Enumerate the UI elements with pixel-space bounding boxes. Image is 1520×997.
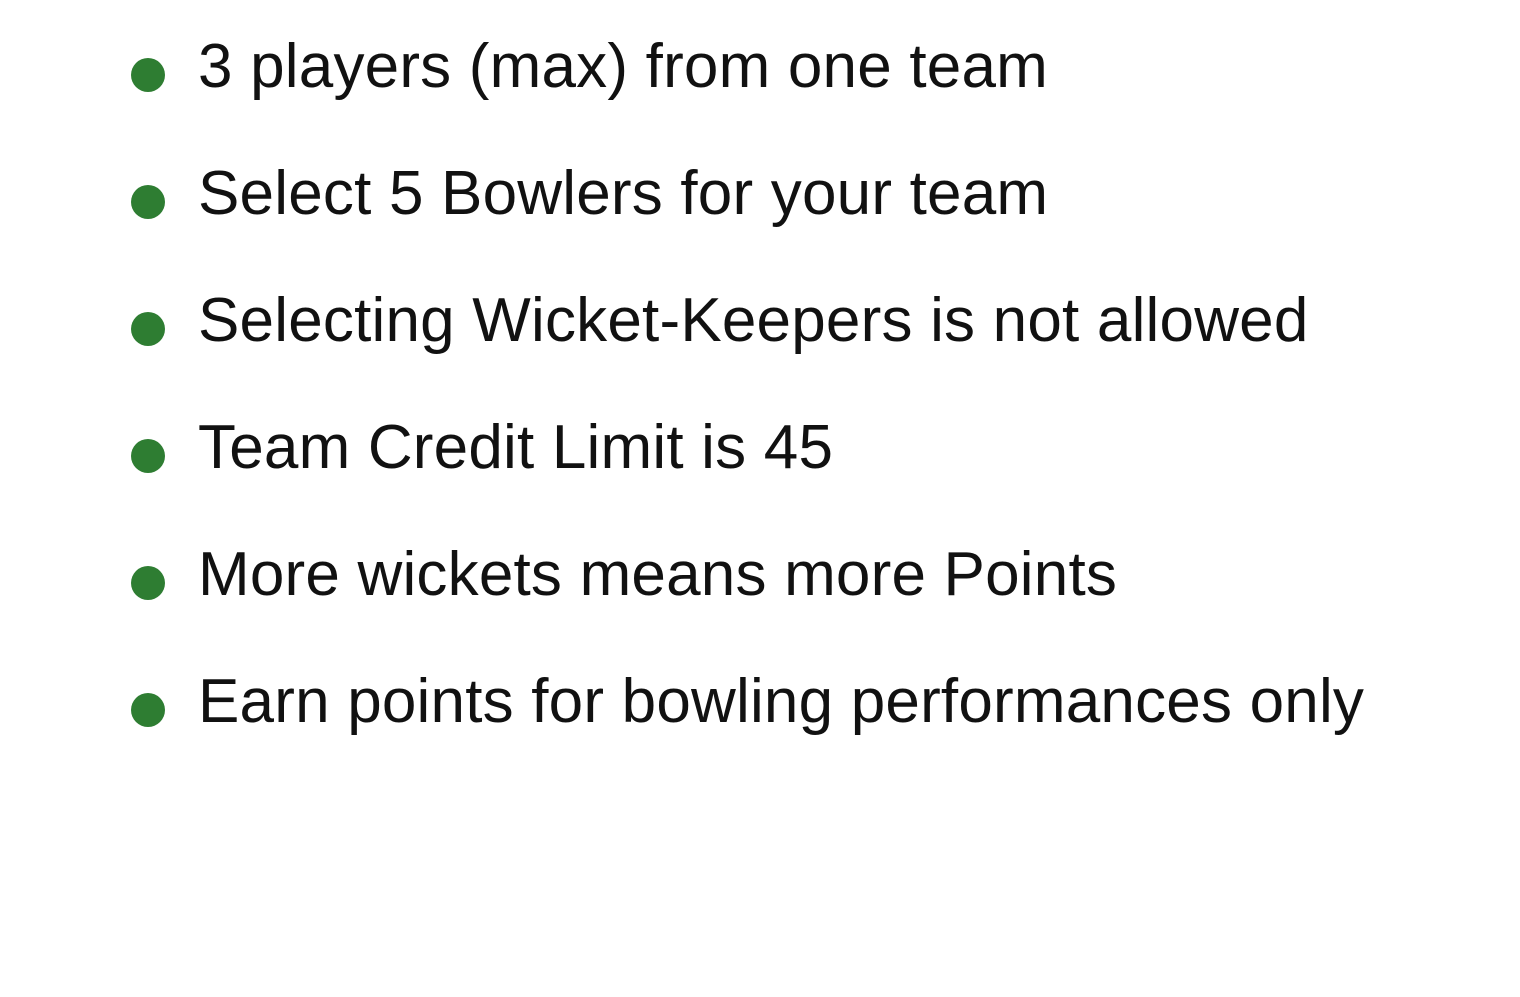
bullet-icon bbox=[131, 693, 165, 727]
rule-item-select-bowlers: Select 5 Bowlers for your team bbox=[0, 130, 1520, 257]
rule-text: 3 players (max) from one team bbox=[198, 32, 1048, 101]
rule-item-wickets-points: More wickets means more Points bbox=[0, 511, 1520, 638]
rule-text: Team Credit Limit is 45 bbox=[198, 413, 834, 482]
bullet-icon bbox=[131, 439, 165, 473]
rule-item-no-wicket-keepers: Selecting Wicket-Keepers is not allowed bbox=[0, 257, 1520, 384]
rule-text: Select 5 Bowlers for your team bbox=[198, 159, 1049, 228]
rule-item-credit-limit: Team Credit Limit is 45 bbox=[0, 384, 1520, 511]
bullet-icon bbox=[131, 312, 165, 346]
rule-text: Earn points for bowling performances onl… bbox=[198, 667, 1365, 736]
rule-text: Selecting Wicket-Keepers is not allowed bbox=[198, 286, 1309, 355]
bullet-icon bbox=[131, 566, 165, 600]
rules-list: 3 players (max) from one team Select 5 B… bbox=[0, 3, 1520, 765]
bullet-icon bbox=[131, 185, 165, 219]
rule-item-max-players: 3 players (max) from one team bbox=[0, 3, 1520, 130]
rule-item-bowling-only: Earn points for bowling performances onl… bbox=[0, 638, 1520, 765]
rule-text: More wickets means more Points bbox=[198, 540, 1118, 609]
bullet-icon bbox=[131, 58, 165, 92]
